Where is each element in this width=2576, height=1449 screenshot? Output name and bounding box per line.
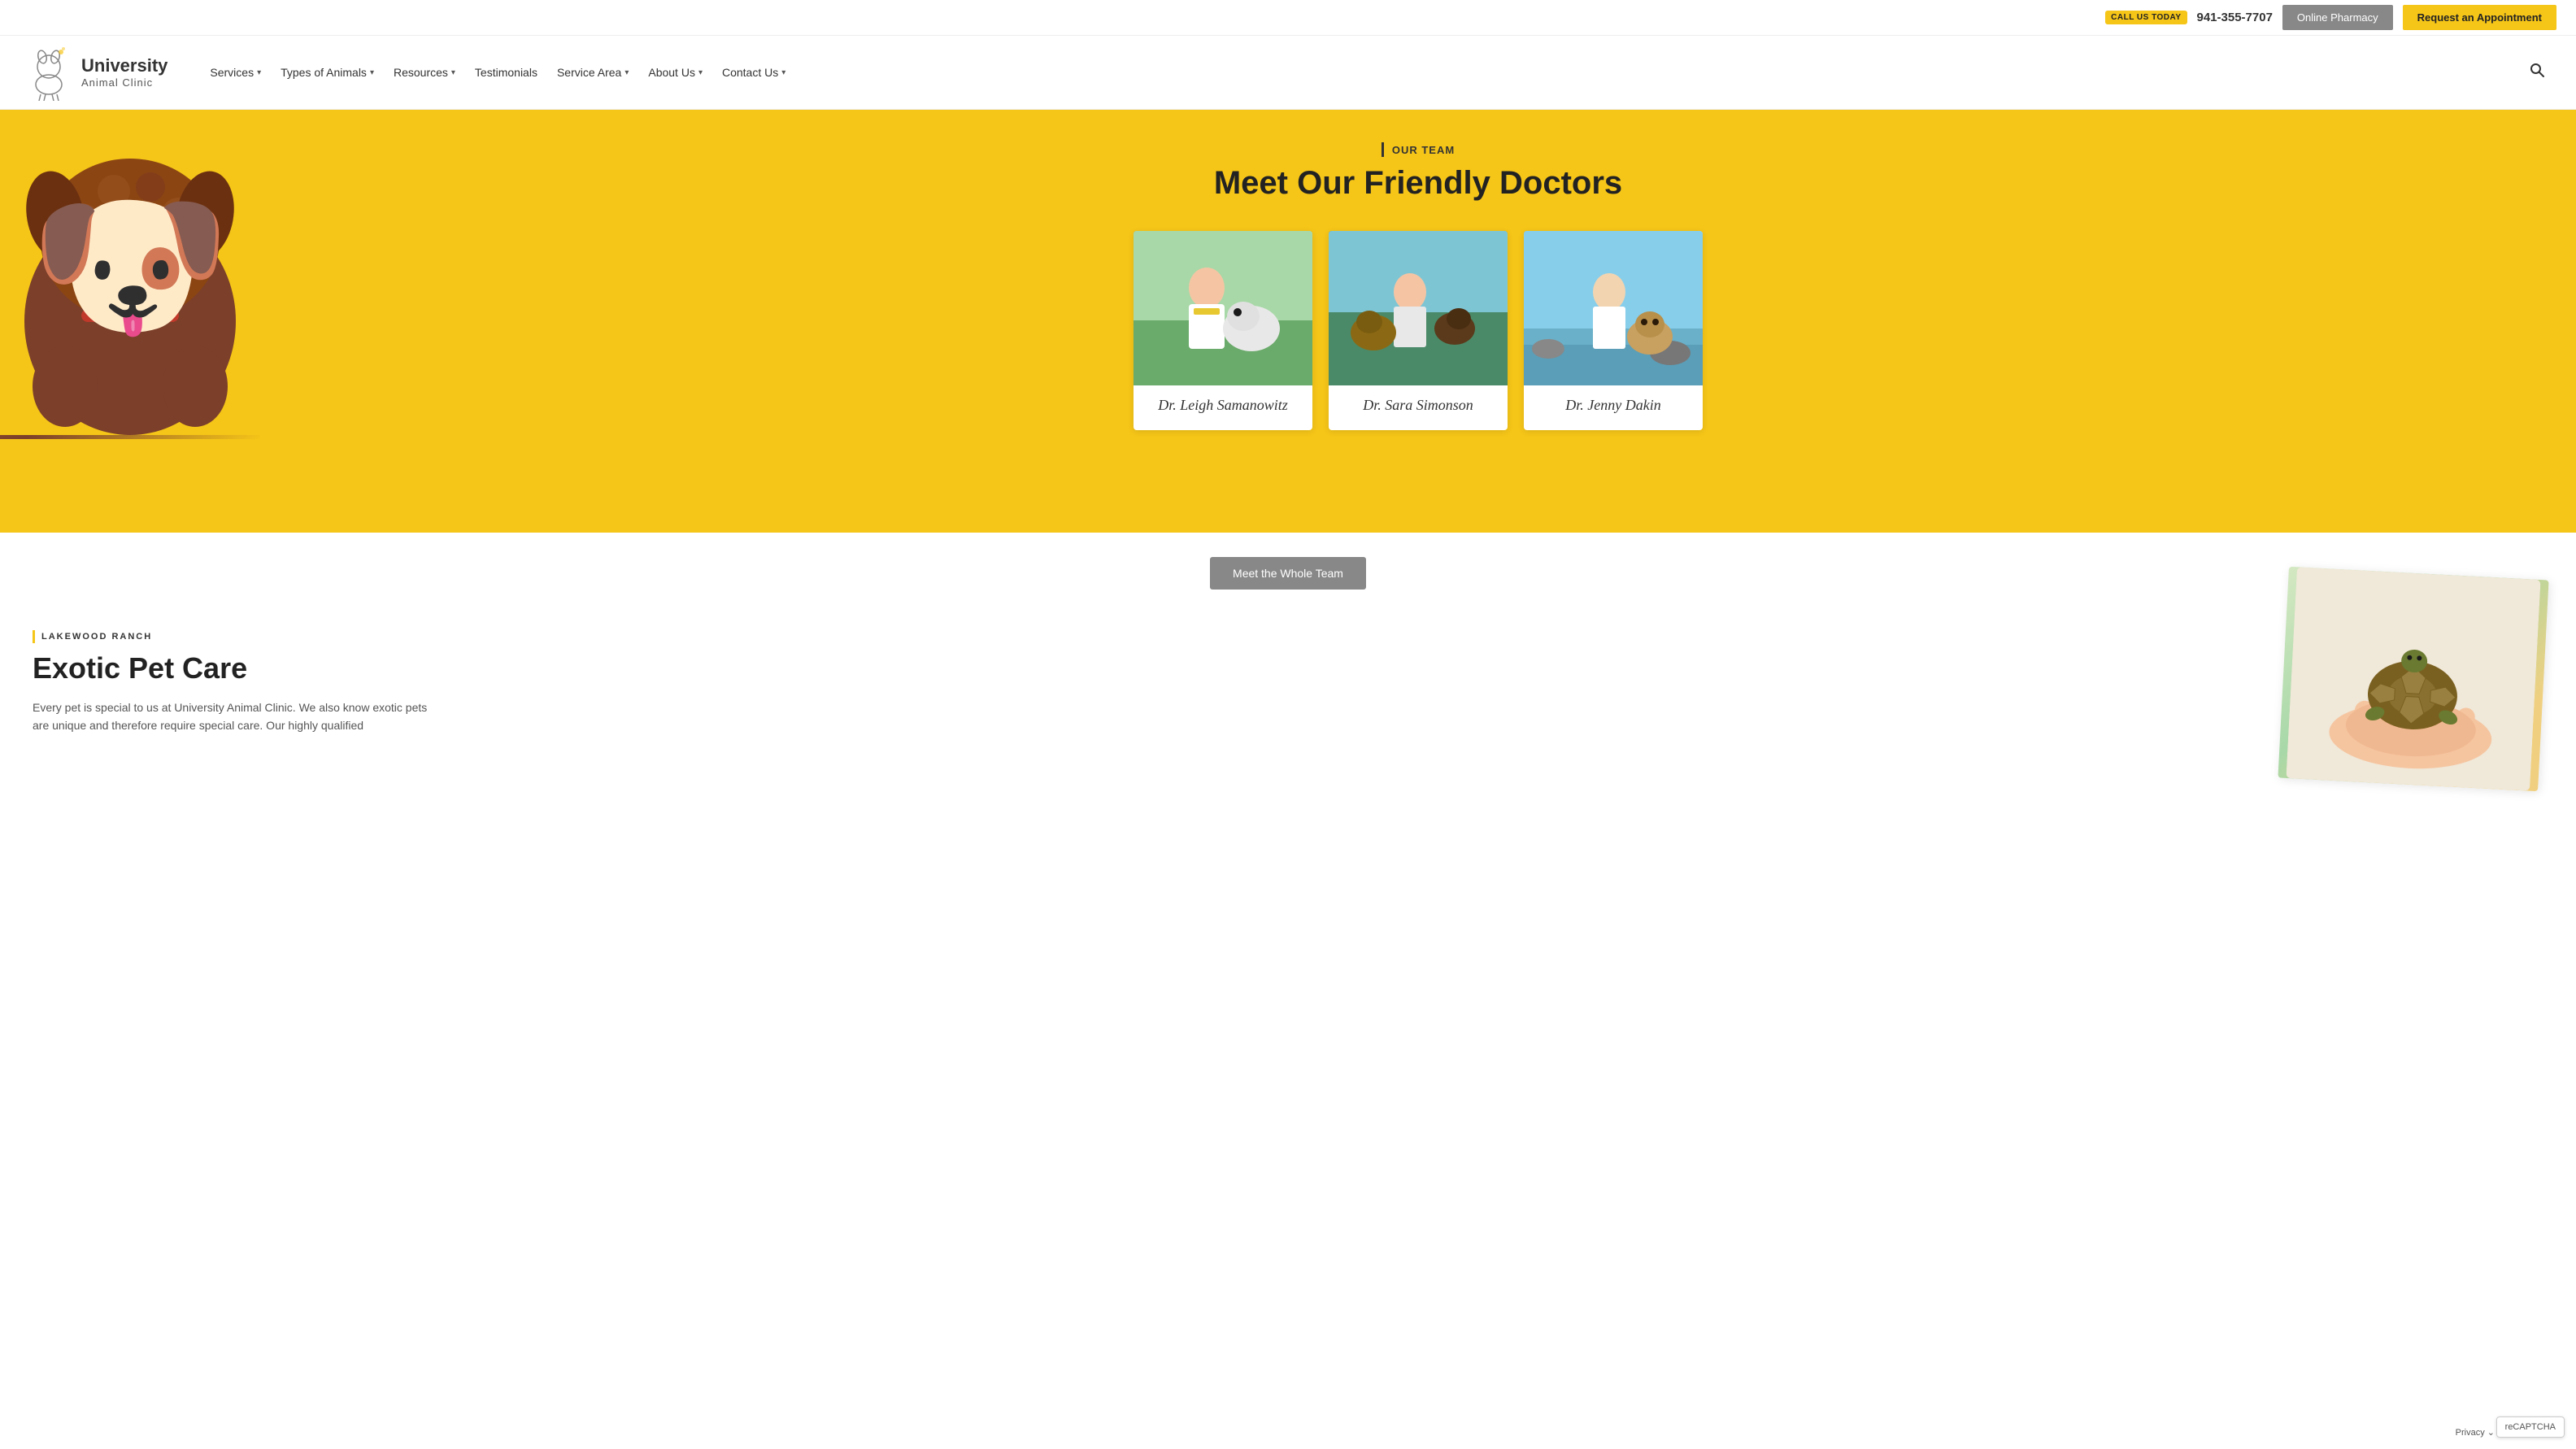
- doctor-card-3[interactable]: Dr. Jenny Dakin: [1524, 231, 1703, 430]
- hero-title: Meet Our Friendly Doctors: [1214, 165, 1622, 202]
- doctor-image-3: [1524, 231, 1703, 385]
- exotic-pet-image: [2278, 567, 2548, 791]
- doctor-card-2[interactable]: Dr. Sara Simonson: [1329, 231, 1508, 430]
- dog-illustration: [0, 110, 260, 435]
- nav-resources[interactable]: Resources ▾: [384, 59, 465, 85]
- logo-link[interactable]: University Animal Clinic: [24, 44, 168, 101]
- appointment-button[interactable]: Request an Appointment: [2403, 5, 2556, 30]
- chevron-down-icon: ▾: [698, 68, 703, 77]
- meet-team-button[interactable]: Meet the Whole Team: [1210, 557, 1366, 590]
- doctor-name-3: Dr. Jenny Dakin: [1524, 385, 1703, 417]
- top-bar: CALL US TODAY 941-355-7707 Online Pharma…: [0, 0, 2576, 36]
- exotic-description: Every pet is special to us at University…: [33, 698, 439, 735]
- doctor-name-1: Dr. Leigh Samanowitz: [1134, 385, 1312, 417]
- doctor-card-1[interactable]: Dr. Leigh Samanowitz: [1134, 231, 1312, 430]
- hero-content: OUR TEAM Meet Our Friendly Doctors: [260, 110, 2576, 446]
- chevron-down-icon: ▾: [257, 68, 261, 77]
- lakewood-label: LAKEWOOD RANCH: [33, 630, 2251, 643]
- call-today-badge: CALL US TODAY: [2105, 11, 2187, 24]
- bottom-section: LAKEWOOD RANCH Exotic Pet Care Every pet…: [0, 606, 2576, 817]
- doctor-image-1: [1134, 231, 1312, 385]
- navbar: University Animal Clinic Services ▾ Type…: [0, 36, 2576, 110]
- lakewood-bar: [33, 630, 35, 643]
- exotic-pet-text: LAKEWOOD RANCH Exotic Pet Care Every pet…: [33, 606, 2251, 735]
- nav-about-us[interactable]: About Us ▾: [638, 59, 712, 85]
- nav-items: Services ▾ Types of Animals ▾ Resources …: [200, 59, 2522, 85]
- logo-text: University Animal Clinic: [81, 55, 168, 89]
- logo-icon: [24, 44, 73, 101]
- our-team-label: OUR TEAM: [1382, 142, 1455, 157]
- logo-animal-clinic: Animal Clinic: [81, 76, 168, 89]
- phone-link[interactable]: 941-355-7707: [2197, 11, 2273, 24]
- search-button[interactable]: [2522, 55, 2552, 89]
- logo-university: University: [81, 55, 168, 76]
- nav-service-area[interactable]: Service Area ▾: [547, 59, 638, 85]
- exotic-title: Exotic Pet Care: [33, 651, 2251, 685]
- chevron-down-icon: ▾: [451, 68, 455, 77]
- nav-testimonials[interactable]: Testimonials: [465, 59, 547, 85]
- doctor-cards: Dr. Leigh Samanowitz: [1134, 231, 1703, 430]
- nav-contact-us[interactable]: Contact Us ▾: [712, 59, 795, 85]
- chevron-down-icon: ▾: [624, 68, 629, 77]
- privacy-footer[interactable]: Privacy ⌄: [2456, 1427, 2495, 1438]
- label-bar: [1382, 142, 1384, 157]
- doctor-name-2: Dr. Sara Simonson: [1329, 385, 1508, 417]
- search-icon: [2529, 62, 2545, 78]
- chevron-down-icon: ▾: [781, 68, 785, 77]
- nav-services[interactable]: Services ▾: [200, 59, 271, 85]
- doctor-image-2: [1329, 231, 1508, 385]
- meet-team-section: Meet the Whole Team: [0, 533, 2576, 606]
- pharmacy-button[interactable]: Online Pharmacy: [2282, 5, 2393, 30]
- hero-dog-image: [0, 110, 260, 439]
- hero-section: OUR TEAM Meet Our Friendly Doctors: [0, 110, 2576, 533]
- recaptcha-badge: reCAPTCHA: [2496, 1416, 2565, 1438]
- nav-types-of-animals[interactable]: Types of Animals ▾: [271, 59, 384, 85]
- chevron-down-icon: ▾: [370, 68, 374, 77]
